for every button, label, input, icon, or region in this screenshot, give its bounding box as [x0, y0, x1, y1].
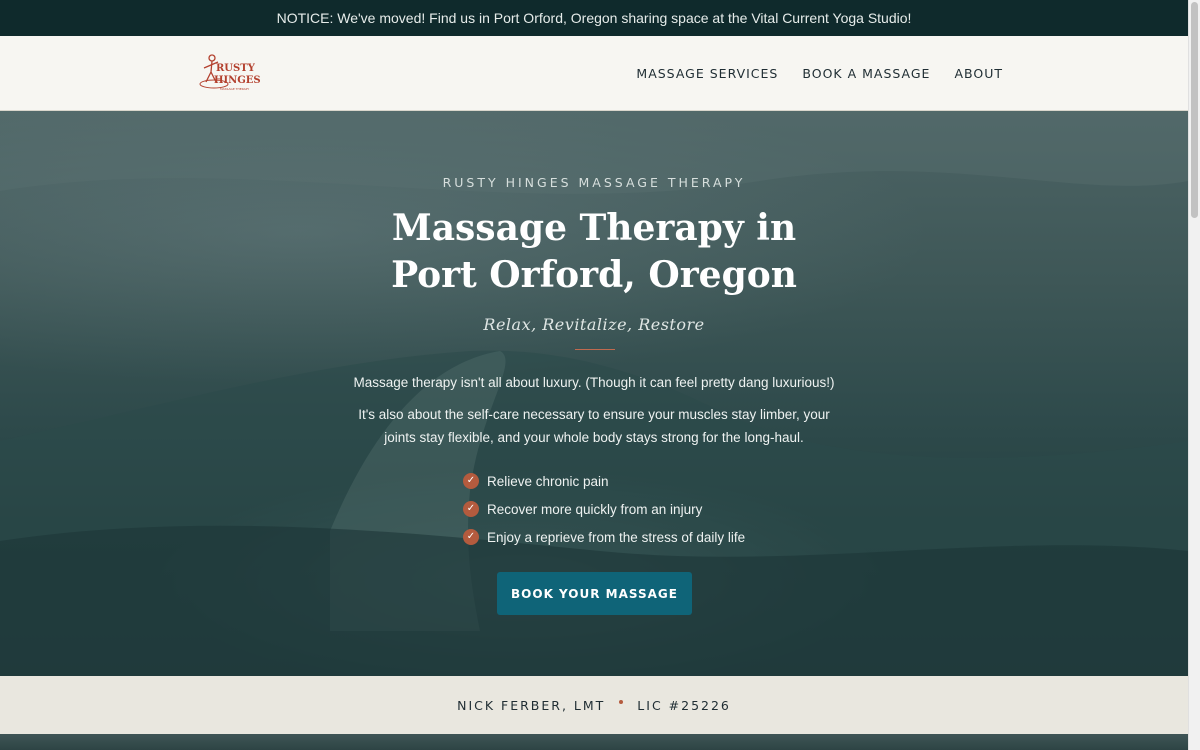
benefits-list: ✓ Relieve chronic pain ✓ Recover more qu… [463, 467, 745, 551]
benefit-text: Relieve chronic pain [487, 473, 609, 489]
logo-line3: MASSAGE THERAPY [220, 87, 249, 91]
list-item: ✓ Relieve chronic pain [463, 467, 745, 495]
logo-line1: RUSTY [216, 63, 256, 74]
notice-bar: NOTICE: We've moved! Find us in Port Orf… [0, 0, 1188, 36]
hero-tagline: Relax, Revitalize, Restore [483, 315, 705, 334]
license-bar: NICK FERBER, LMT LIC #25226 [0, 676, 1188, 734]
logo-line2: HINGES [214, 75, 261, 86]
rusty-hinges-logo[interactable]: RUSTY HINGES MASSAGE THERAPY [198, 52, 266, 94]
check-icon: ✓ [463, 501, 479, 517]
hero-eyebrow: RUSTY HINGES MASSAGE THERAPY [442, 175, 746, 190]
main-nav: MASSAGE SERVICES BOOK A MASSAGE ABOUT [636, 36, 1003, 111]
nav-about[interactable]: ABOUT [954, 66, 1003, 81]
check-icon: ✓ [463, 473, 479, 489]
benefit-text: Enjoy a reprieve from the stress of dail… [487, 529, 746, 545]
list-item: ✓ Recover more quickly from an injury [463, 495, 745, 523]
next-section-preview [0, 734, 1188, 750]
hero-content: RUSTY HINGES MASSAGE THERAPY Massage The… [0, 111, 1188, 676]
nav-massage-services[interactable]: MASSAGE SERVICES [636, 66, 778, 81]
hero-divider [575, 349, 615, 350]
page-scrollbar[interactable] [1188, 0, 1200, 750]
hero-intro-1: Massage therapy isn't all about luxury. … [353, 375, 835, 390]
list-item: ✓ Enjoy a reprieve from the stress of da… [463, 523, 745, 551]
hero-section: RUSTY HINGES MASSAGE THERAPY Massage The… [0, 111, 1188, 676]
benefit-text: Recover more quickly from an injury [487, 501, 703, 517]
hero-intro-2: It's also about the self-care necessary … [358, 407, 830, 445]
notice-text: NOTICE: We've moved! Find us in Port Orf… [276, 10, 912, 26]
check-icon: ✓ [463, 529, 479, 545]
license-number: LIC #25226 [637, 697, 731, 713]
nav-book-a-massage[interactable]: BOOK A MASSAGE [802, 66, 930, 81]
book-your-massage-button[interactable]: BOOK YOUR MASSAGE [497, 572, 692, 615]
page-title: Massage Therapy in Port Orford, Oregon [391, 207, 797, 296]
scrollbar-thumb[interactable] [1191, 2, 1198, 218]
site-header: RUSTY HINGES MASSAGE THERAPY MASSAGE SER… [0, 36, 1188, 111]
therapist-name: NICK FERBER, LMT [457, 697, 606, 713]
separator-dot [619, 700, 624, 704]
